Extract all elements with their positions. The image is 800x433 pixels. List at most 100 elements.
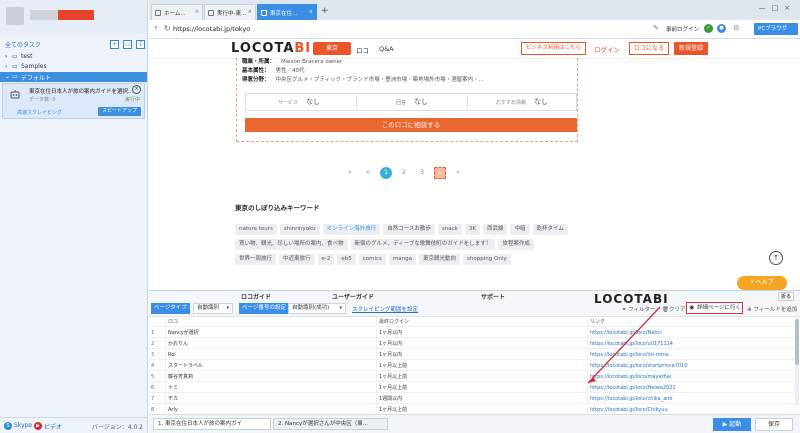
- goto-detail-button[interactable]: ◉ 詳細ページに行く: [686, 302, 743, 314]
- settings-icon[interactable]: ⚙: [733, 24, 739, 32]
- page-prev[interactable]: <: [362, 167, 374, 179]
- nav-qa[interactable]: Q&A: [379, 45, 394, 53]
- cell-link[interactable]: https://locotabi.jp/loco/mayathai: [587, 372, 787, 382]
- keyword-chip[interactable]: eb5: [337, 254, 356, 265]
- cell-loco[interactable]: かおりん: [165, 339, 375, 349]
- skype-link[interactable]: Skype: [14, 422, 32, 429]
- region-dropdown[interactable]: 東京: [313, 42, 351, 55]
- cell-last-login[interactable]: 1ヶ月以内: [376, 350, 586, 360]
- table-row[interactable]: 1 Nancyが選択 1ヶ月以内 https://locotabi.jp/loco/N…: [149, 328, 794, 338]
- cell-last-login[interactable]: 1週間以内: [376, 394, 586, 404]
- keyword-chip[interactable]: 世界一周旅行: [235, 254, 277, 265]
- page-3[interactable]: 3: [416, 167, 428, 179]
- cell-link[interactable]: https://locotabi.jp/loco/Heiwa2022: [587, 383, 787, 393]
- close-icon[interactable]: ×: [309, 9, 313, 15]
- back-icon[interactable]: ‹: [154, 23, 158, 33]
- tree-item-test[interactable]: › ▭ test: [0, 52, 147, 62]
- cell-link[interactable]: https://locotabi.jp/loco/chika_ami: [587, 394, 787, 404]
- page-last[interactable]: »: [452, 167, 464, 179]
- pc-browser-select[interactable]: PCブラウザ: [754, 23, 798, 35]
- cell-loco[interactable]: 藤谷芳真莉: [165, 372, 375, 382]
- video-link[interactable]: ビデオ: [44, 422, 62, 431]
- user-icon[interactable]: ●: [717, 24, 726, 33]
- scroll-top-icon[interactable]: ↑: [769, 251, 783, 265]
- keyword-chip[interactable]: 乾杯タイム: [532, 224, 568, 235]
- close-icon[interactable]: ×: [195, 9, 199, 15]
- run-button[interactable]: ▶ 起動: [713, 418, 751, 431]
- table-row[interactable]: 4 スタートラベル 1ヶ月以上前 https://locotabi.jp/loco/s…: [149, 361, 794, 371]
- cell-loco[interactable]: Roi: [165, 350, 375, 360]
- consult-button[interactable]: このロコに相談する: [245, 118, 577, 132]
- page-next[interactable]: >: [434, 167, 446, 179]
- cell-link[interactable]: https://locotabi.jp/loco/startprince7010: [587, 361, 787, 371]
- window-controls[interactable]: —□×: [759, 4, 796, 12]
- table-row[interactable]: 3 Roi 1ヶ月以内 https://locotabi.jp/loco/roi-ro…: [149, 350, 794, 360]
- keyword-chip[interactable]: 旅程案作成: [498, 239, 534, 250]
- cell-last-login[interactable]: 1ヶ月以内: [376, 328, 586, 338]
- new-task-icon[interactable]: +: [110, 40, 119, 49]
- tab-home[interactable]: ホーム... ×: [151, 4, 203, 20]
- task-card[interactable]: 東京在住日本人が旅の案内ガイドを選択... × データ数: 0 実行中 高速スク…: [2, 83, 145, 119]
- keyword-chip[interactable]: shopping Only: [463, 254, 511, 265]
- filter-button[interactable]: ⏷ フィルター: [622, 305, 656, 314]
- page-number-select[interactable]: 自動識別(成功) ▾: [288, 303, 346, 314]
- tab-running[interactable]: 実行中-東... ×: [204, 4, 256, 20]
- close-icon[interactable]: ×: [248, 9, 252, 15]
- become-loco-button[interactable]: ロコになる: [629, 42, 670, 55]
- save-button[interactable]: 保存: [755, 418, 793, 431]
- keyword-chip[interactable]: 中暗: [510, 224, 530, 235]
- keyword-chip[interactable]: 自然コースお散歩: [383, 224, 435, 235]
- cell-loco[interactable]: Nancyが選択: [165, 328, 375, 338]
- import-icon[interactable]: ↧: [136, 40, 145, 49]
- table-row[interactable]: 6 ナミ 1ヶ月以上前 https://locotabi.jp/loco/Heiwa2…: [149, 383, 794, 393]
- cell-link[interactable]: https://locotabi.jp/loco/u0171114: [587, 339, 787, 349]
- step-tab-2[interactable]: 2. Nancyが選択さんが中央区（東...: [273, 418, 388, 430]
- url-input[interactable]: https://locotabi.jp/tokyo: [173, 25, 250, 33]
- keyword-chip[interactable]: manga: [388, 254, 417, 265]
- tree-item-default[interactable]: ⌄ ▭ デフォルト: [0, 72, 147, 82]
- table-row[interactable]: 5 藤谷芳真莉 1ヶ月以上前 https://locotabi.jp/loco/may…: [149, 372, 794, 382]
- cell-link[interactable]: https://locotabi.jp/loco/Nanci: [587, 328, 787, 338]
- all-tasks-label[interactable]: 全てのタスク: [5, 40, 41, 49]
- keyword-chip[interactable]: 西武線: [482, 224, 508, 235]
- keyword-chip[interactable]: 東京観光動向: [419, 254, 461, 265]
- video-icon[interactable]: ▶: [34, 422, 42, 430]
- speed-up-button[interactable]: スピードアップ: [97, 107, 141, 116]
- step-tab-1[interactable]: 1. 東京在住日本人が旅の案内ガイ: [153, 418, 271, 430]
- cell-last-login[interactable]: 1ヶ月以上前: [376, 372, 586, 382]
- tree-item-samples[interactable]: › ▭ Samples: [0, 62, 147, 72]
- cell-loco[interactable]: チカ: [165, 394, 375, 404]
- skype-icon[interactable]: S: [4, 422, 12, 430]
- avatar[interactable]: [6, 7, 24, 25]
- site-logo[interactable]: LOCOTABI: [231, 41, 311, 56]
- scrape-range-link[interactable]: スクレイピング範囲を設定: [352, 305, 418, 313]
- new-tab-icon[interactable]: +: [321, 6, 329, 16]
- keyword-chip[interactable]: snack: [437, 224, 462, 235]
- page-first[interactable]: «: [344, 167, 356, 179]
- keyword-chip[interactable]: 中近東旅行: [279, 254, 315, 265]
- cell-last-login[interactable]: 1ヶ月以内: [376, 339, 586, 349]
- cell-loco[interactable]: ナミ: [165, 383, 375, 393]
- new-folder-icon[interactable]: ▭: [123, 40, 132, 49]
- page-type-select[interactable]: 自動識別 ▾: [193, 303, 233, 314]
- keyword-chip[interactable]: 新宿のグルメ、ディープな歌舞伎町のガイドをします！: [350, 239, 496, 250]
- fold-button[interactable]: 折る: [777, 292, 794, 301]
- table-row[interactable]: 7 チカ 1週間以内 https://locotabi.jp/loco/chika_a…: [149, 394, 794, 404]
- keyword-chip[interactable]: nature tours: [235, 224, 277, 235]
- pre-login-button[interactable]: 事前ログイン: [666, 25, 699, 33]
- status-icon[interactable]: ✓: [704, 24, 713, 33]
- reload-icon[interactable]: ↻: [164, 24, 171, 33]
- stop-icon[interactable]: ×: [132, 85, 141, 94]
- cell-link[interactable]: https://locotabi.jp/loco/roi-roma: [587, 350, 787, 360]
- cell-loco[interactable]: スタートラベル: [165, 361, 375, 371]
- business-button[interactable]: ビジネス利用はこちら: [521, 42, 587, 55]
- keyword-chip[interactable]: 買い物、観光、珍しい場所の案内、食べ物: [235, 239, 348, 250]
- page-1[interactable]: 1: [380, 167, 392, 179]
- nav-loco[interactable]: ロコ: [356, 45, 369, 55]
- keyword-chip[interactable]: e-2: [317, 254, 335, 265]
- signup-button[interactable]: 新規登録: [674, 42, 709, 55]
- add-field-button[interactable]: ⊕ フィールドを追加: [747, 305, 797, 313]
- cell-last-login[interactable]: 1ヶ月以上前: [376, 361, 586, 371]
- keyword-chip[interactable]: オンライン海外旅行: [322, 224, 381, 235]
- edit-icon[interactable]: ✎: [653, 24, 659, 32]
